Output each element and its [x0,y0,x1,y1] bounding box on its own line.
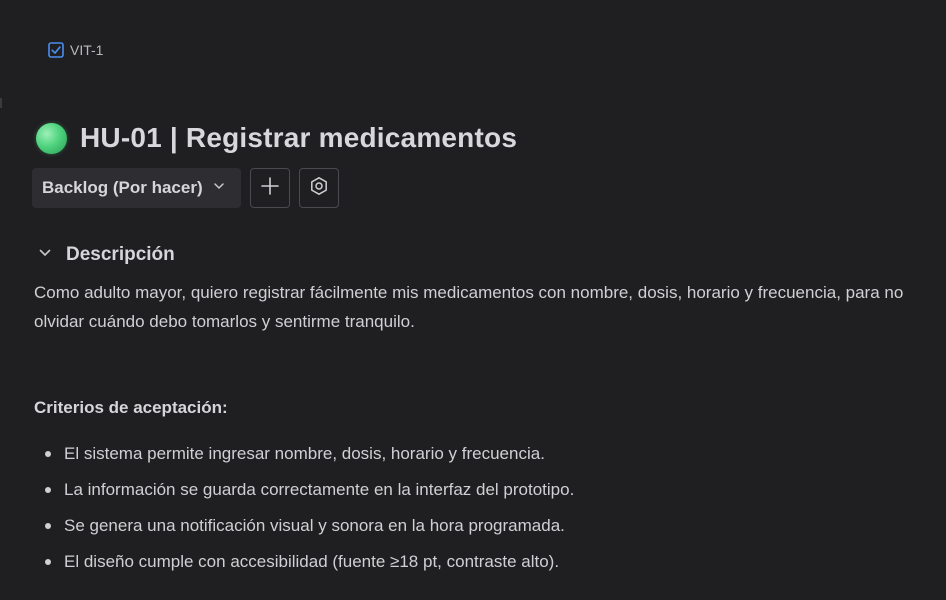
criteria-text: Se genera una notificación visual y sono… [64,516,565,535]
criteria-text: El sistema permite ingresar nombre, dosi… [64,444,545,463]
plus-icon [260,176,280,201]
issue-detail-page: VIT-1 HU-01 | Registrar medicamentos Bac… [0,0,946,600]
status-dropdown[interactable]: Backlog (Por hacer) [32,168,241,208]
panel-edge-marker [0,98,2,108]
title-row: HU-01 | Registrar medicamentos [36,118,517,158]
criteria-text: La información se guarda correctamente e… [64,480,575,499]
bullet-icon [45,523,51,529]
breadcrumb[interactable]: VIT-1 [48,40,103,60]
checkbox-icon [48,42,64,58]
list-item: El diseño cumple con accesibilidad (fuen… [34,546,574,582]
status-dropdown-label: Backlog (Por hacer) [42,178,203,197]
criteria-heading: Criterios de aceptación: [34,398,228,417]
bullet-icon [45,559,51,565]
chevron-down-icon [38,246,52,265]
list-item: El sistema permite ingresar nombre, dosi… [34,438,574,474]
status-dot-icon [36,122,67,154]
hexagon-settings-icon [309,176,329,201]
breadcrumb-issue-key[interactable]: VIT-1 [70,42,103,58]
description-text[interactable]: Como adulto mayor, quiero registrar fáci… [34,278,934,336]
description-heading: Descripción [66,244,175,265]
list-item: La información se guarda correctamente e… [34,474,574,510]
bullet-icon [45,487,51,493]
chevron-down-icon [213,179,225,197]
issue-toolbar: Backlog (Por hacer) [32,168,339,208]
add-button[interactable] [249,168,290,208]
criteria-list: El sistema permite ingresar nombre, dosi… [34,438,574,582]
description-section-toggle[interactable]: Descripción [38,242,175,268]
criteria-text: El diseño cumple con accesibilidad (fuen… [64,552,560,571]
bullet-icon [45,451,51,457]
list-item: Se genera una notificación visual y sono… [34,510,574,546]
settings-button[interactable] [298,168,339,208]
page-title[interactable]: HU-01 | Registrar medicamentos [80,122,517,154]
